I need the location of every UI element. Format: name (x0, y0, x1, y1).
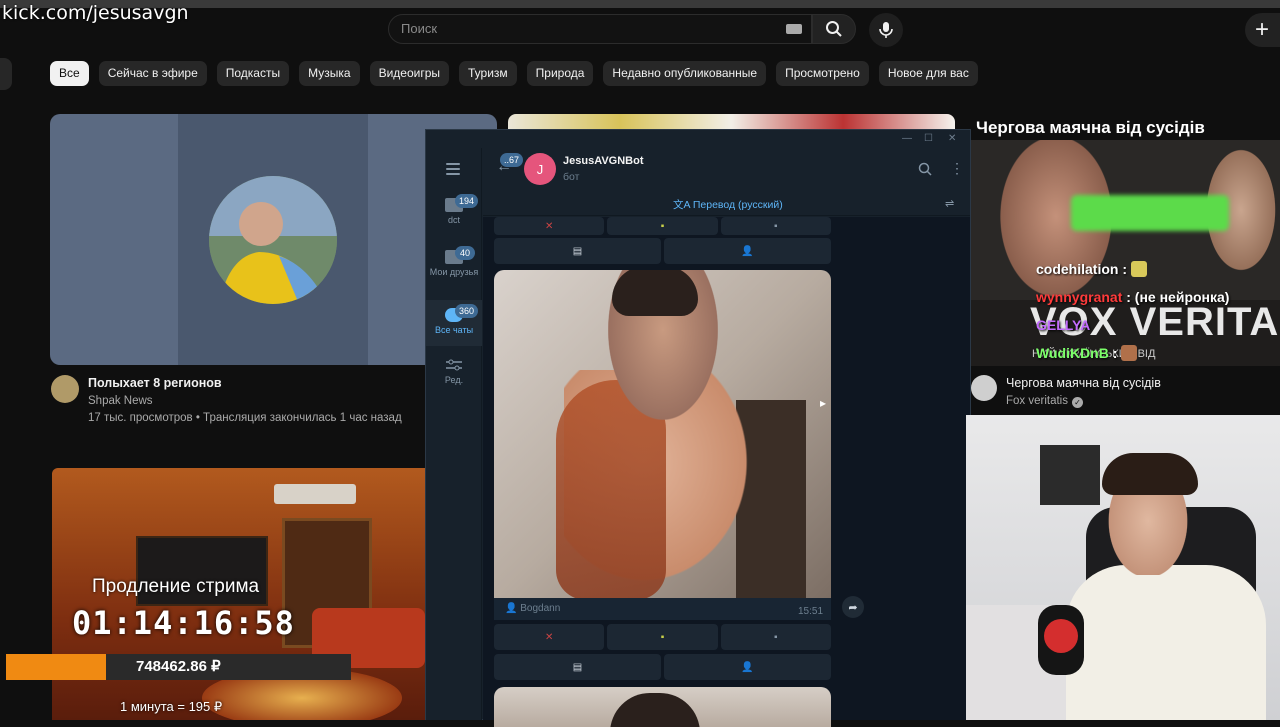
folder-dct[interactable]: 194 dct (426, 194, 482, 225)
video-title[interactable]: Полыхает 8 регионов (88, 376, 222, 390)
folder-badge: 194 (455, 194, 479, 208)
chip-live[interactable]: Сейчас в эфире (98, 61, 207, 86)
folder-icon: 40 (445, 246, 475, 264)
chip-tourism[interactable]: Туризм (459, 61, 517, 86)
message-sender: 👤 Bogdann (505, 603, 561, 614)
telegram-folder-sidebar (426, 148, 482, 720)
folder-label: Мои друзья (429, 267, 479, 277)
video-title[interactable]: Чергова маячна від сусідів (1006, 376, 1161, 390)
emote-icon (1131, 261, 1148, 277)
inline-button[interactable]: ✕ (494, 624, 605, 650)
chip-nature[interactable]: Природа (526, 61, 594, 86)
more-vertical-icon[interactable]: ⋮ (950, 160, 964, 177)
mouse-cursor: ▸ (820, 396, 827, 410)
channel-name[interactable]: Fox veritatis ✓ (1006, 395, 1083, 408)
message-time: 15:51 (798, 606, 824, 617)
filter-chips: Все Сейчас в эфире Подкасты Музыка Видео… (50, 61, 978, 86)
inline-keyboard-row: ✕ ▪ ▪ (494, 217, 831, 235)
bot-name[interactable]: JesusAVGNBot (563, 155, 643, 167)
folder-badge: 360 (455, 304, 479, 318)
translate-icon: 文A (673, 199, 693, 211)
message-photo-next[interactable] (494, 687, 831, 727)
emote-icon (1121, 345, 1138, 361)
thumbnail-portrait (209, 176, 337, 304)
stream-timer: 01:14:16:58 (72, 604, 295, 642)
folder-my-friends[interactable]: 40 Мои друзья (426, 246, 482, 278)
chip-all[interactable]: Все (50, 61, 89, 86)
sidebar-edge (0, 58, 12, 90)
stream-url-watermark: kick.com/jesusavgn (2, 2, 189, 24)
chat-message: GELLYA (1036, 317, 1091, 333)
video-stats: 17 тыс. просмотров • Трансляция закончил… (88, 412, 402, 424)
inline-button[interactable]: ▤ (494, 654, 661, 680)
chip-recent[interactable]: Недавно опубликованные (603, 61, 767, 86)
thumbnail-overlay-title: Чергова маячна від сусідів (976, 118, 1205, 137)
telegram-titlebar[interactable] (426, 130, 970, 148)
inline-keyboard-row: ▤ 👤 (494, 238, 831, 264)
chats-icon: 360 (445, 304, 479, 322)
chip-new[interactable]: Новое для вас (878, 61, 978, 86)
forward-button[interactable]: ➦ (842, 596, 864, 618)
voice-search-button[interactable] (869, 13, 903, 47)
sliders-icon (446, 359, 462, 371)
chat-search-icon[interactable] (918, 162, 932, 179)
stream-extension-label: Продление стрима (92, 576, 260, 597)
inline-button[interactable]: ▪ (720, 624, 831, 650)
chip-podcasts[interactable]: Подкасты (216, 61, 290, 86)
inline-button[interactable]: ▤ (494, 238, 661, 264)
microphone-icon (1038, 605, 1084, 675)
folder-label: Все чаты (434, 325, 474, 335)
search-button[interactable] (812, 14, 856, 44)
channel-avatar[interactable] (51, 375, 79, 403)
chat-message: WudiKDnB : (1036, 345, 1138, 361)
chat-message: wynnygranat : (не нейронка) (1036, 289, 1230, 305)
translate-label: Перевод (русский) (692, 199, 783, 211)
channel-name[interactable]: Shpak News (88, 395, 153, 407)
search-input[interactable] (388, 14, 812, 44)
inline-button[interactable]: ▪ (607, 624, 718, 650)
chip-music[interactable]: Музыка (299, 61, 360, 86)
unread-badge: ..67 (500, 153, 524, 167)
streamer-webcam (966, 415, 1280, 720)
folder-badge: 40 (455, 246, 475, 260)
chat-message: codehilation : (1036, 261, 1148, 277)
inline-button[interactable]: 👤 (664, 238, 831, 264)
close-icon[interactable]: ✕ (948, 133, 956, 144)
create-button[interactable]: + (1245, 13, 1280, 47)
inline-button[interactable]: ▪ (720, 217, 831, 235)
folder-icon: 194 (445, 194, 479, 212)
maximize-icon[interactable]: ☐ (924, 133, 933, 144)
chip-gaming[interactable]: Видеоигры (369, 61, 449, 86)
donation-progress-fill (6, 654, 107, 680)
translate-settings-icon[interactable]: ⇌ (945, 197, 954, 210)
chip-watched[interactable]: Просмотрено (776, 61, 869, 86)
search-placeholder: Поиск (401, 21, 438, 36)
folder-label: dct (447, 215, 460, 225)
folder-edit[interactable]: Ред. (426, 358, 482, 385)
message-photo[interactable] (494, 270, 831, 598)
verified-icon: ✓ (1072, 397, 1083, 408)
bot-status: бот (563, 171, 580, 183)
inline-button[interactable]: ✕ (494, 217, 605, 235)
inline-keyboard-row: ▤ 👤 (494, 654, 831, 680)
forward-icon: ➦ (848, 601, 858, 614)
plus-icon: + (1255, 16, 1270, 43)
minimize-icon[interactable]: — (902, 133, 912, 144)
translate-bar[interactable]: 文A Перевод (русский) (673, 197, 783, 212)
search-icon (826, 21, 842, 37)
microphone-icon (879, 22, 893, 38)
inline-button[interactable]: 👤 (664, 654, 831, 680)
folder-label: Ред. (444, 375, 464, 385)
donation-amount: 748462.86 ₽ (136, 658, 221, 675)
inline-button[interactable]: ▪ (607, 217, 718, 235)
channel-avatar[interactable] (971, 375, 997, 401)
keyboard-icon[interactable] (786, 24, 802, 34)
bot-avatar[interactable]: J (524, 153, 556, 185)
donation-rate: 1 минута = 195 ₽ (120, 699, 223, 714)
window-top-edge (0, 0, 1280, 8)
inline-keyboard-row: ✕ ▪ ▪ (494, 624, 831, 650)
menu-icon[interactable] (446, 163, 460, 178)
folder-all-chats[interactable]: 360 Все чаты (426, 300, 482, 346)
